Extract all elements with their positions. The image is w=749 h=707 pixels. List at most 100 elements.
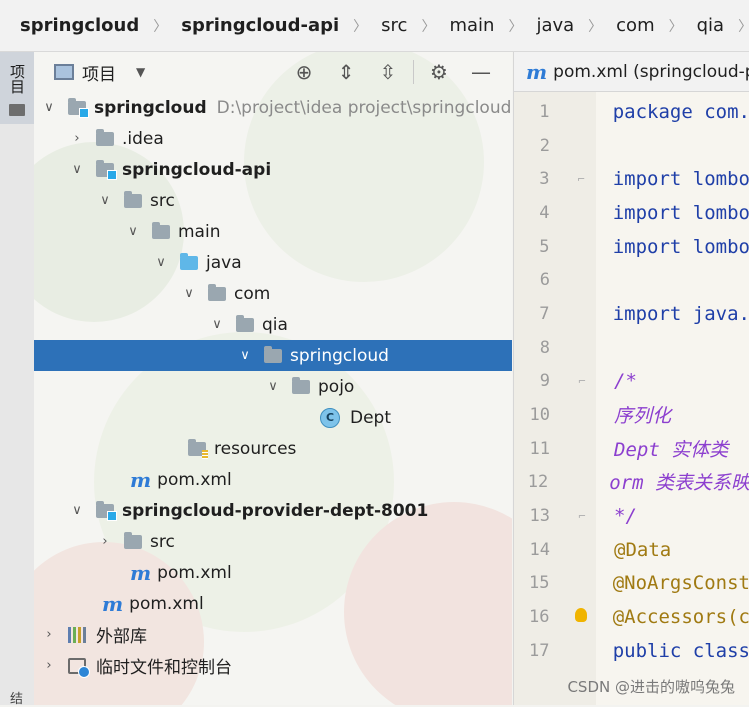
module-folder-icon [96, 159, 117, 180]
expand-arrow-icon[interactable]: ∨ [180, 286, 198, 301]
expand-arrow-icon[interactable]: ∨ [152, 255, 170, 270]
breadcrumb-item-java[interactable]: java [536, 15, 574, 36]
project-view-icon [54, 64, 74, 80]
expand-arrow-icon[interactable]: ∨ [96, 193, 114, 208]
locate-icon[interactable]: ⊕ [283, 60, 325, 84]
breadcrumb-separator: 〉 [421, 18, 436, 35]
tree-node[interactable]: ∨ springcloud-provider-dept-8001 [34, 495, 512, 526]
expand-arrow-icon[interactable]: ∨ [68, 162, 86, 177]
expand-arrow-icon[interactable]: ∨ [124, 224, 142, 239]
package-icon [236, 314, 254, 332]
tree-node[interactable]: › 临时文件和控制台 [34, 650, 512, 681]
tree-node-label: src [150, 190, 175, 211]
settings-icon[interactable]: ⚙ [418, 60, 460, 84]
folder-icon [124, 190, 142, 208]
lightbulb-icon[interactable] [575, 608, 588, 622]
expand-all-icon[interactable]: ⇕ [325, 60, 367, 84]
tree-node[interactable]: resources [34, 433, 512, 464]
tree-node-label: resources [214, 438, 297, 459]
expand-arrow-icon[interactable]: ∨ [208, 317, 226, 332]
breadcrumb-item-module[interactable]: springcloud-api [181, 15, 339, 36]
breadcrumb-item-main[interactable]: main [449, 15, 494, 36]
tree-node[interactable]: ∨ qia [34, 309, 512, 340]
breadcrumb-separator: 〉 [353, 18, 368, 35]
hide-icon[interactable]: — [460, 60, 502, 84]
project-panel: 项目 ▼ ⊕ ⇕ ⇳ ⚙ — ∨ springcloud D:\project\… [34, 52, 512, 705]
tree-node-label: 外部库 [96, 627, 147, 647]
structure-tool-tab[interactable]: 结 [10, 688, 23, 707]
maven-icon: m [526, 59, 548, 84]
tree-node-label: qia [262, 314, 288, 335]
tree-node-label: pom.xml [129, 593, 204, 614]
package-icon [208, 283, 226, 301]
tree-node[interactable]: m pom.xml [34, 464, 512, 495]
editor-tab[interactable]: m pom.xml (springcloud-p [514, 52, 749, 92]
breadcrumb-separator: 〉 [668, 18, 683, 35]
code-line: 13 ⌐ */ [529, 504, 637, 527]
breadcrumb-item-root[interactable]: springcloud [20, 15, 139, 36]
tree-node-label: main [178, 221, 221, 242]
tool-window-strip: 项目 结 [0, 52, 35, 707]
expand-arrow-icon[interactable]: ∨ [236, 348, 254, 363]
folder-icon [96, 128, 114, 146]
expand-arrow-icon[interactable]: ∨ [68, 503, 86, 518]
breadcrumb-separator: 〉 [153, 18, 168, 35]
tree-node[interactable]: › 外部库 [34, 619, 512, 650]
tree-node-label: java [206, 252, 242, 273]
expand-arrow-icon[interactable]: ∨ [264, 379, 282, 394]
expand-arrow-icon[interactable]: › [96, 534, 114, 549]
tree-node[interactable]: ∨ springcloud D:\project\idea project\sp… [34, 92, 512, 123]
chevron-down-icon[interactable]: ▼ [136, 65, 145, 79]
tree-node[interactable]: C Dept [34, 402, 512, 433]
package-icon [264, 345, 282, 363]
toolbar-divider [413, 60, 414, 84]
expand-arrow-icon[interactable]: › [68, 131, 86, 146]
tree-node[interactable]: m pom.xml [34, 588, 512, 619]
code-line: 3 ⌐ import lombo [539, 167, 749, 190]
tree-node-selected[interactable]: ∨ springcloud [34, 340, 512, 371]
library-icon [68, 626, 88, 643]
editor-tab-label: pom.xml (springcloud-p [553, 61, 749, 82]
tree-node[interactable]: ∨ java [34, 247, 512, 278]
tree-node-label: .idea [122, 128, 164, 149]
tree-node[interactable]: › src [34, 526, 512, 557]
tree-node-label: Dept [350, 407, 392, 428]
code-line: 17 public class [529, 639, 749, 662]
breadcrumb-item-src[interactable]: src [381, 15, 407, 36]
breadcrumb-item-qia[interactable]: qia [697, 15, 724, 36]
folder-icon [124, 531, 142, 549]
tree-node[interactable]: › .idea [34, 123, 512, 154]
code-line: 5 import lombo [539, 235, 749, 258]
code-line: 10 序列化 [529, 404, 672, 428]
folder-icon [9, 104, 25, 116]
tree-node[interactable]: m pom.xml [34, 557, 512, 588]
project-view-title[interactable]: 项目 [82, 60, 116, 85]
tree-node[interactable]: ∨ springcloud-api [34, 154, 512, 185]
code-line: 8 [539, 337, 550, 358]
tree-node[interactable]: ∨ com [34, 278, 512, 309]
tree-node[interactable]: ∨ pojo [34, 371, 512, 402]
code-line: 1 package com. [539, 100, 749, 123]
code-line: 14 @Data [529, 538, 672, 561]
source-folder-icon [180, 252, 198, 270]
tree-node-label: pojo [318, 376, 355, 397]
tree-node-path: D:\project\idea project\springcloud [216, 97, 512, 118]
scratches-icon [68, 657, 90, 678]
breadcrumb-separator: 〉 [508, 18, 523, 35]
package-icon [292, 376, 310, 394]
project-tool-label: 项目 [8, 64, 26, 94]
code-line: 4 import lombo [539, 201, 749, 224]
project-toolbar: 项目 ▼ ⊕ ⇕ ⇳ ⚙ — [34, 52, 512, 92]
folder-icon [152, 221, 170, 239]
tree-node[interactable]: ∨ main [34, 216, 512, 247]
breadcrumb-item-com[interactable]: com [616, 15, 654, 36]
tree-node-label: springcloud-provider-dept-8001 [122, 500, 429, 521]
project-tool-tab[interactable]: 项目 [0, 52, 34, 124]
collapse-all-icon[interactable]: ⇳ [367, 60, 409, 84]
tree-node-label: pom.xml [157, 562, 232, 583]
expand-arrow-icon[interactable]: › [40, 627, 58, 642]
expand-arrow-icon[interactable]: › [40, 658, 58, 673]
tree-node[interactable]: ∨ src [34, 185, 512, 216]
expand-arrow-icon[interactable]: ∨ [40, 100, 58, 115]
tree-node-label: com [234, 283, 271, 304]
